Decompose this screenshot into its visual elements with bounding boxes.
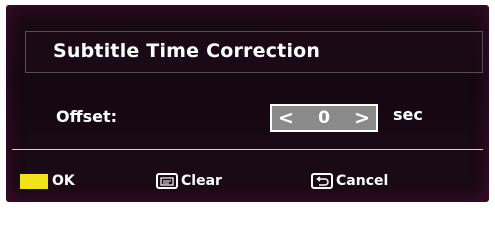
footer-divider bbox=[12, 149, 483, 150]
return-key-icon bbox=[311, 173, 333, 189]
offset-unit-label: sec bbox=[393, 105, 423, 124]
cancel-button[interactable]: Cancel bbox=[311, 171, 388, 191]
offset-stepper[interactable]: < 0 > bbox=[270, 104, 378, 132]
decrease-arrow-button[interactable]: < bbox=[278, 108, 294, 128]
yellow-key-icon bbox=[20, 173, 48, 189]
offset-value: 0 bbox=[318, 108, 330, 128]
subtitle-time-correction-dialog: Subtitle Time Correction Offset: < 0 > s… bbox=[6, 5, 489, 202]
cancel-label: Cancel bbox=[336, 173, 389, 189]
clear-label: Clear bbox=[181, 173, 222, 189]
subtitle-key-icon bbox=[156, 173, 178, 189]
ok-label: OK bbox=[52, 173, 75, 189]
increase-arrow-button[interactable]: > bbox=[354, 108, 370, 128]
ok-button[interactable]: OK bbox=[20, 171, 75, 191]
dialog-title-bar: Subtitle Time Correction bbox=[25, 31, 483, 73]
dialog-title: Subtitle Time Correction bbox=[53, 40, 321, 62]
clear-button[interactable]: Clear bbox=[156, 171, 222, 191]
offset-label: Offset: bbox=[56, 107, 117, 126]
